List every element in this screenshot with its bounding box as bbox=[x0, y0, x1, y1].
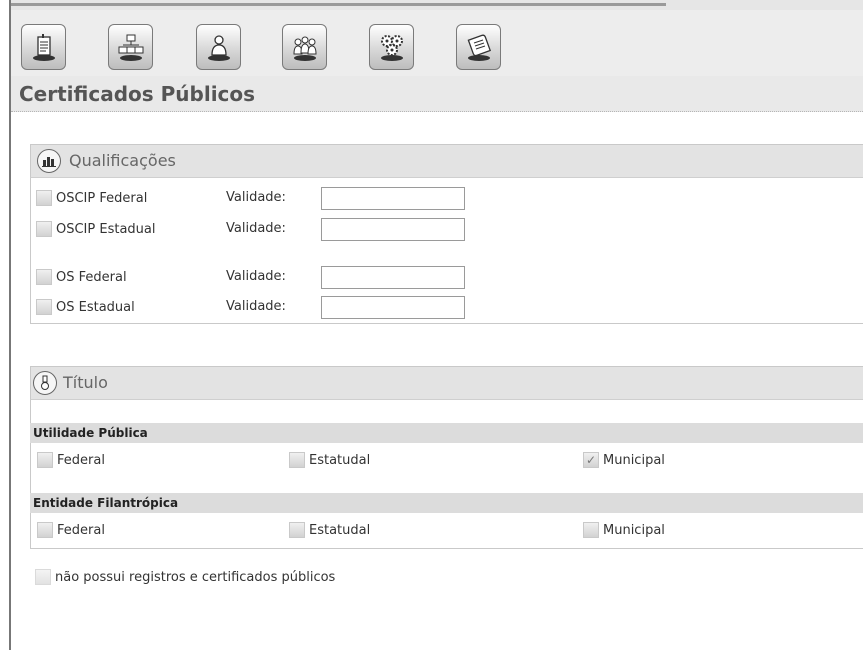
oscip-federal-checkbox[interactable] bbox=[36, 190, 52, 206]
utilidade-option-federal: Federal bbox=[37, 452, 105, 468]
filantropica-federal-checkbox[interactable] bbox=[37, 522, 53, 538]
filantropica-option-federal: Federal bbox=[37, 522, 105, 538]
certificate-icon bbox=[467, 34, 491, 61]
filantropica-estadual-checkbox[interactable] bbox=[289, 522, 305, 538]
utilidade-federal-label: Federal bbox=[57, 452, 105, 468]
no-records-option: não possui registros e certificados públ… bbox=[35, 569, 335, 585]
qualificacoes-header: Qualificações bbox=[30, 144, 863, 178]
filantropica-option-estadual: Estatudal bbox=[289, 522, 370, 538]
validade-label: Validade: bbox=[226, 299, 286, 314]
os-federal-checkbox[interactable] bbox=[36, 269, 52, 285]
page-title: Certificados Públicos bbox=[11, 76, 863, 112]
utilidade-municipal-label: Municipal bbox=[603, 452, 665, 468]
gears-button[interactable] bbox=[369, 24, 414, 70]
person-icon bbox=[207, 35, 230, 61]
gears-icon bbox=[380, 35, 403, 61]
people-button[interactable] bbox=[282, 24, 327, 70]
org-chart-button[interactable] bbox=[108, 24, 153, 70]
horizontal-scrollbar[interactable] bbox=[11, 3, 666, 6]
toolbar bbox=[11, 10, 863, 77]
qualifications-icon bbox=[37, 149, 61, 173]
medal-icon bbox=[33, 371, 57, 395]
oscip-estadual-label: OSCIP Estadual bbox=[56, 221, 156, 237]
titulo-header: Título bbox=[30, 366, 863, 400]
filantropica-federal-label: Federal bbox=[57, 522, 105, 538]
org-chart-icon bbox=[118, 34, 143, 61]
qualificacao-row-os-estadual: OS Estadual bbox=[36, 299, 135, 315]
oscip-federal-label: OSCIP Federal bbox=[56, 190, 148, 206]
validade-label: Validade: bbox=[226, 221, 286, 236]
utilidade-publica-subheader: Utilidade Pública bbox=[30, 423, 863, 443]
validade-label: Validade: bbox=[226, 190, 286, 205]
qualificacoes-title: Qualificações bbox=[69, 151, 176, 170]
os-estadual-checkbox[interactable] bbox=[36, 299, 52, 315]
oscip-estadual-validade-input[interactable] bbox=[321, 218, 465, 241]
os-estadual-validade-input[interactable] bbox=[321, 296, 465, 319]
utilidade-estadual-label: Estatudal bbox=[309, 452, 371, 468]
no-records-checkbox[interactable] bbox=[35, 569, 51, 585]
certificate-button[interactable] bbox=[456, 24, 501, 70]
no-records-label: não possui registros e certificados públ… bbox=[55, 569, 336, 585]
utilidade-option-municipal: ✓ Municipal bbox=[583, 452, 665, 468]
utilidade-option-estadual: Estatudal bbox=[289, 452, 370, 468]
filantropica-municipal-checkbox[interactable] bbox=[583, 522, 599, 538]
qualificacao-row-oscip-federal: OSCIP Federal bbox=[36, 190, 147, 206]
entidade-filantropica-subheader: Entidade Filantrópica bbox=[30, 493, 863, 513]
titulo-title: Título bbox=[63, 373, 108, 392]
document-icon bbox=[32, 34, 55, 61]
utilidade-municipal-checkbox[interactable]: ✓ bbox=[583, 452, 599, 468]
check-mark-icon: ✓ bbox=[585, 453, 597, 467]
people-icon bbox=[292, 36, 317, 61]
os-federal-label: OS Federal bbox=[56, 269, 127, 285]
validade-label: Validade: bbox=[226, 269, 286, 284]
oscip-estadual-checkbox[interactable] bbox=[36, 221, 52, 237]
os-federal-validade-input[interactable] bbox=[321, 266, 465, 289]
utilidade-federal-checkbox[interactable] bbox=[37, 452, 53, 468]
os-estadual-label: OS Estadual bbox=[56, 299, 135, 315]
qualificacao-row-oscip-estadual: OSCIP Estadual bbox=[36, 221, 156, 237]
filantropica-option-municipal: Municipal bbox=[583, 522, 665, 538]
filantropica-municipal-label: Municipal bbox=[603, 522, 665, 538]
oscip-federal-validade-input[interactable] bbox=[321, 187, 465, 210]
filantropica-estadual-label: Estatudal bbox=[309, 522, 371, 538]
utilidade-estadual-checkbox[interactable] bbox=[289, 452, 305, 468]
document-button[interactable] bbox=[21, 24, 66, 70]
qualificacao-row-os-federal: OS Federal bbox=[36, 269, 127, 285]
person-button[interactable] bbox=[196, 24, 241, 70]
